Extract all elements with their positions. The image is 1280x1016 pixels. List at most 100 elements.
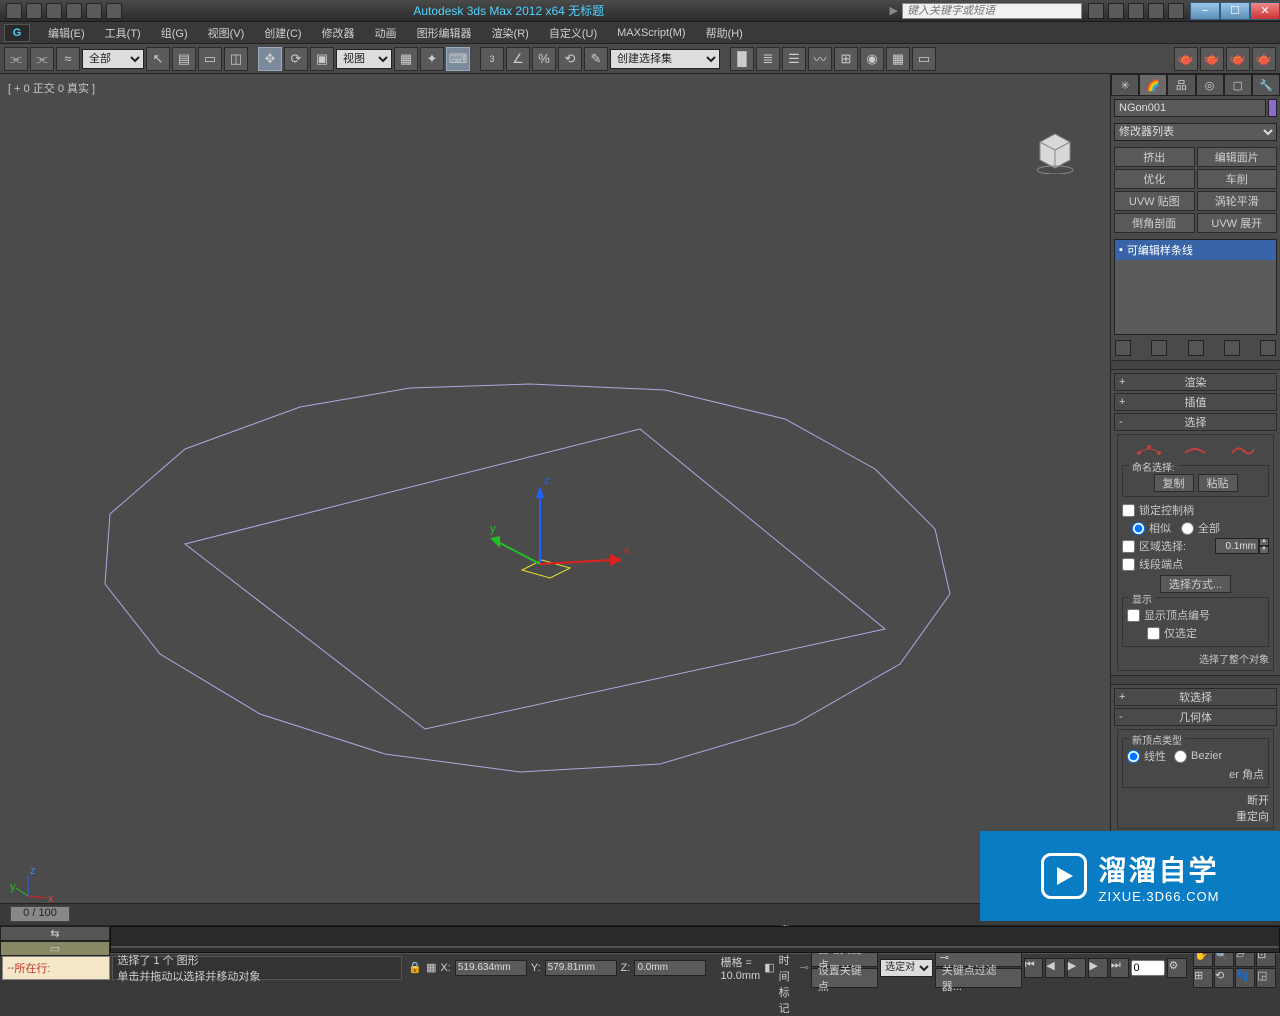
rotate-icon[interactable]: ⟳: [284, 47, 308, 71]
menu-tools[interactable]: 工具(T): [95, 22, 151, 44]
mirror-icon[interactable]: ▐▌: [730, 47, 754, 71]
orbit-icon[interactable]: ⟲: [1214, 968, 1234, 988]
schematic-view-icon[interactable]: ⊞: [834, 47, 858, 71]
render-setup-icon[interactable]: ▦: [886, 47, 910, 71]
scale-icon[interactable]: ▣: [310, 47, 334, 71]
tab-utilities-icon[interactable]: 🔧: [1252, 74, 1280, 96]
relative-radio[interactable]: [1132, 522, 1145, 535]
coord-y-input[interactable]: [545, 960, 617, 976]
angle-snap-icon[interactable]: ∠: [506, 47, 530, 71]
abs-rel-icon[interactable]: ▦: [426, 961, 436, 974]
key-icon[interactable]: [1108, 3, 1124, 19]
spin-up-icon[interactable]: ▲: [1259, 538, 1269, 546]
material-editor-icon[interactable]: ◉: [860, 47, 884, 71]
copy-button[interactable]: 复制: [1154, 474, 1194, 492]
qat-open-icon[interactable]: [26, 3, 42, 19]
snap-3d-icon[interactable]: 3: [480, 47, 504, 71]
exchange-icon[interactable]: [1148, 3, 1164, 19]
configure-sets-icon[interactable]: [1260, 340, 1276, 356]
move-icon[interactable]: ✥: [258, 47, 282, 71]
menu-maxscript[interactable]: MAXScript(M): [607, 24, 695, 42]
rollout-render[interactable]: +渲染: [1114, 373, 1277, 391]
render-last-icon[interactable]: 🫖: [1252, 47, 1276, 71]
maxscript-listener[interactable]: -- 所在行:: [2, 956, 110, 980]
modifier-stack[interactable]: ▪ 可编辑样条线: [1114, 239, 1277, 335]
setkey-button[interactable]: 设置关键点: [811, 968, 878, 988]
menu-help[interactable]: 帮助(H): [696, 22, 753, 44]
window-crossing-icon[interactable]: ◫: [224, 47, 248, 71]
close-button[interactable]: ✕: [1250, 2, 1280, 20]
segment-subobject-icon[interactable]: [1183, 443, 1207, 457]
btn-uvwmap[interactable]: UVW 贴图: [1114, 191, 1195, 211]
trackbar-track[interactable]: [110, 926, 1280, 953]
keyboard-shortcut-icon[interactable]: ⌨: [446, 47, 470, 71]
segment-end-checkbox[interactable]: [1122, 558, 1135, 571]
qat-undo-icon[interactable]: [66, 3, 82, 19]
goto-start-icon[interactable]: ⏮: [1024, 958, 1044, 978]
binoculars-icon[interactable]: [1088, 3, 1104, 19]
next-frame-icon[interactable]: ▶: [1088, 958, 1108, 978]
area-select-input[interactable]: [1215, 538, 1259, 554]
paste-button[interactable]: 粘贴: [1198, 474, 1238, 492]
menu-rendering[interactable]: 渲染(R): [482, 22, 539, 44]
select-object-icon[interactable]: ↖: [146, 47, 170, 71]
tab-create-icon[interactable]: ✳: [1111, 74, 1139, 96]
star-icon[interactable]: [1128, 3, 1144, 19]
play-icon[interactable]: ▶: [1067, 958, 1087, 978]
rollout-interpolation[interactable]: +插值: [1114, 393, 1277, 411]
panel-divider[interactable]: [1111, 360, 1280, 370]
btn-bevelprofile[interactable]: 倒角剖面: [1114, 213, 1195, 233]
coord-x-input[interactable]: [455, 960, 527, 976]
select-by-name-icon[interactable]: ▤: [172, 47, 196, 71]
vertex-subobject-icon[interactable]: [1137, 443, 1161, 457]
named-selection-dropdown[interactable]: 创建选择集: [610, 49, 720, 69]
unlink-icon[interactable]: ⫘: [30, 47, 54, 71]
plus-icon[interactable]: ▪: [1119, 244, 1123, 256]
pivot-center-icon[interactable]: ▦: [394, 47, 418, 71]
align-icon[interactable]: ≣: [756, 47, 780, 71]
lock-handles-checkbox[interactable]: [1122, 504, 1135, 517]
tab-display-icon[interactable]: ▢: [1224, 74, 1252, 96]
tab-modify-icon[interactable]: 🌈: [1139, 74, 1167, 96]
select-by-button[interactable]: 选择方式...: [1160, 575, 1231, 593]
trackbar-toggle-icon[interactable]: ⇆: [0, 926, 110, 941]
menu-views[interactable]: 视图(V): [198, 22, 255, 44]
viewcube-icon[interactable]: [1030, 124, 1080, 174]
panel-divider-2[interactable]: [1111, 675, 1280, 685]
object-name-input[interactable]: [1114, 99, 1266, 117]
area-select-checkbox[interactable]: [1122, 540, 1135, 553]
menu-edit[interactable]: 编辑(E): [38, 22, 95, 44]
rollout-geometry[interactable]: -几何体: [1114, 708, 1277, 726]
viewport[interactable]: [ + 0 正交 0 真实 ] z y x: [0, 74, 1110, 903]
tab-hierarchy-icon[interactable]: 品: [1167, 74, 1195, 96]
goto-end-icon[interactable]: ⏭: [1110, 958, 1130, 978]
render-active-icon[interactable]: 🫖: [1226, 47, 1250, 71]
render-iter-icon[interactable]: 🫖: [1200, 47, 1224, 71]
spline-subobject-icon[interactable]: [1230, 443, 1254, 457]
linear-radio[interactable]: [1127, 750, 1140, 763]
keyfilter-button[interactable]: 关键点过滤器...: [935, 968, 1022, 988]
prev-frame-icon[interactable]: ◀: [1045, 958, 1065, 978]
rect-select-icon[interactable]: ▭: [198, 47, 222, 71]
maximize-viewport-icon[interactable]: ◲: [1256, 968, 1276, 988]
walk-icon[interactable]: 👣: [1235, 968, 1255, 988]
remove-mod-icon[interactable]: [1224, 340, 1240, 356]
time-config-icon[interactable]: ⚙: [1167, 958, 1187, 978]
time-slider-thumb[interactable]: 0 / 100: [10, 906, 70, 922]
spinner-snap-icon[interactable]: ⟲: [558, 47, 582, 71]
tab-motion-icon[interactable]: ◎: [1196, 74, 1224, 96]
stack-item-editable-spline[interactable]: ▪ 可编辑样条线: [1115, 240, 1276, 260]
trackbar-mini-icon[interactable]: ▭: [0, 941, 110, 956]
viewport-canvas[interactable]: z y x z y x: [0, 74, 1110, 903]
modifier-list-dropdown[interactable]: 修改器列表: [1114, 123, 1277, 141]
selection-filter-dropdown[interactable]: 全部: [82, 49, 144, 69]
key-filters-selset[interactable]: 选定对: [880, 959, 933, 977]
menu-animation[interactable]: 动画: [365, 22, 407, 44]
qat-new-icon[interactable]: [6, 3, 22, 19]
menu-grapheditors[interactable]: 图形编辑器: [407, 22, 482, 44]
btn-uvwunwrap[interactable]: UVW 展开: [1197, 213, 1278, 233]
rollout-softselection[interactable]: +软选择: [1114, 688, 1277, 706]
show-end-icon[interactable]: [1151, 340, 1167, 356]
rollout-selection[interactable]: -选择: [1114, 413, 1277, 431]
search-chevron-icon[interactable]: ▶: [890, 4, 898, 17]
